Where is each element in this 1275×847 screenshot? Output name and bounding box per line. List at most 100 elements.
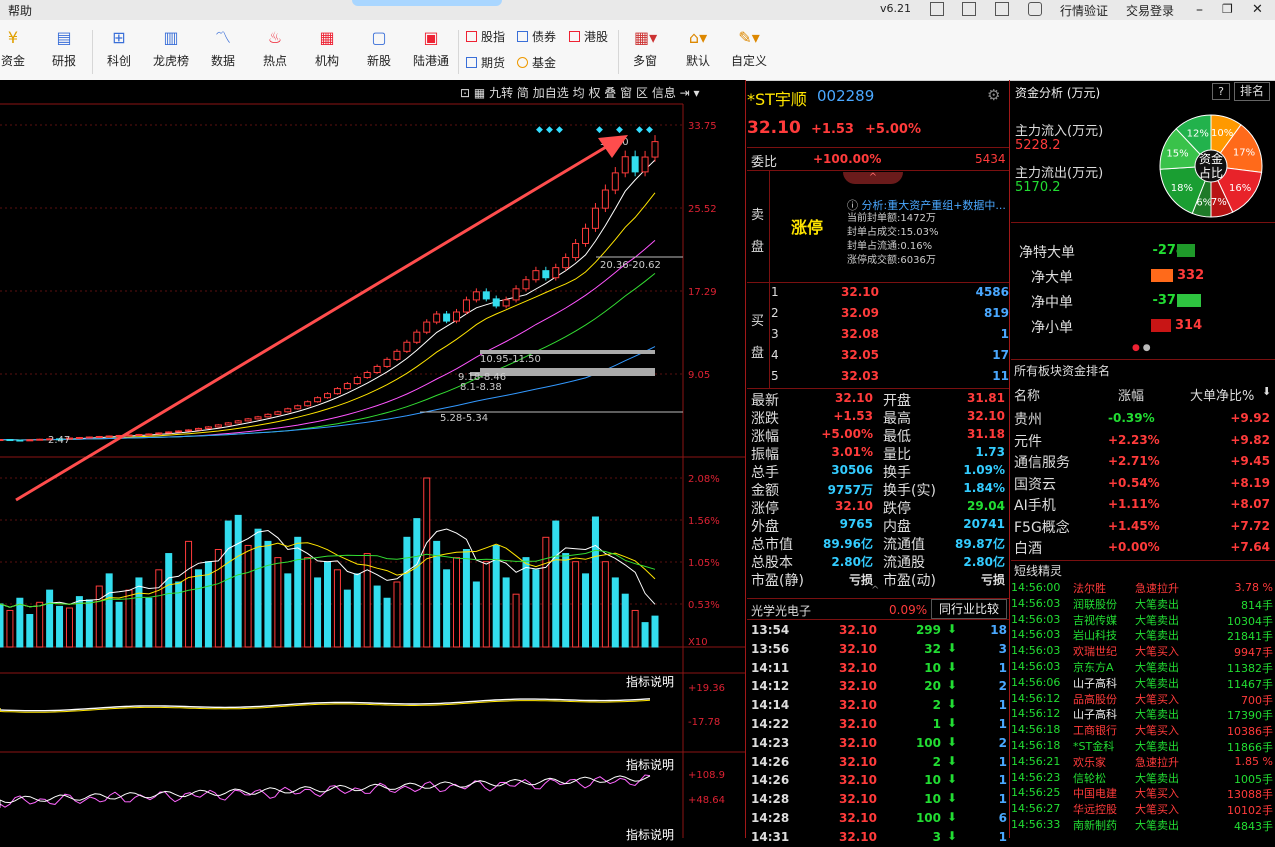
toolbar-item-hot[interactable]: ♨ 热点	[252, 28, 298, 69]
tick-count: 18	[990, 623, 1007, 637]
rank-row[interactable]: 元件 +2.23% +9.82	[1014, 430, 1272, 452]
grid-icon[interactable]	[995, 2, 1009, 16]
candle-body	[0, 439, 4, 442]
indicator-2-title[interactable]: 指标说明	[626, 756, 674, 773]
toolbar-item-ipo[interactable]: ▢ 新股	[356, 28, 402, 69]
sort-down-icon[interactable]: ⬇	[1262, 385, 1271, 398]
rank-row[interactable]: 白酒 +0.00% +7.64	[1014, 537, 1272, 559]
rank-row[interactable]: 通信服务 +2.71% +9.45	[1014, 451, 1272, 473]
short-row[interactable]: 14:56:23 信轮松 大笔卖出 1005手	[1011, 770, 1275, 786]
short-action: 大笔买入	[1135, 803, 1179, 817]
pager-dots[interactable]: ● ●	[1132, 343, 1151, 353]
tick-price: 32.10	[839, 792, 877, 807]
short-row[interactable]: 14:56:00 法尔胜 急速拉升 3.78 %	[1011, 580, 1275, 596]
toolbar-index-futures[interactable]: 股指	[466, 28, 505, 45]
candle-body	[492, 298, 500, 307]
minimize-icon[interactable]: –	[1196, 2, 1203, 18]
short-row[interactable]: 14:56:27 华远控股 大笔买入 10102手	[1011, 801, 1275, 817]
volume-bar	[56, 605, 64, 648]
collapse-up-icon[interactable]: ^	[871, 585, 879, 596]
candle-body	[85, 436, 93, 439]
skin-icon[interactable]	[1028, 2, 1042, 16]
volume-bar	[244, 544, 252, 648]
rank-col-ratio[interactable]: 大单净比%	[1190, 385, 1254, 404]
short-time: 14:56:23	[1011, 770, 1061, 784]
restore-icon[interactable]: ❐	[1222, 2, 1233, 16]
toolbar-bonds[interactable]: 债券	[517, 28, 556, 45]
divider	[747, 170, 1009, 171]
short-row[interactable]: 14:56:21 欢乐家 急速拉升 1.85 %	[1011, 754, 1275, 770]
toolbar-item-star[interactable]: ⊞ 科创	[96, 28, 142, 69]
indicator-3-title[interactable]: 指标说明	[626, 826, 674, 843]
volume-bar	[462, 549, 470, 648]
short-row[interactable]: 14:56:12 山子高科 大笔卖出 17390手	[1011, 706, 1275, 722]
short-row[interactable]: 14:56:03 润联股份 大笔卖出 814手	[1011, 596, 1275, 612]
sector-name[interactable]: 光学光电子	[751, 602, 811, 619]
buy-level-row[interactable]: 1 32.10 4586	[771, 283, 1009, 304]
peer-compare-button[interactable]: 同行业比较	[931, 599, 1007, 619]
indicator-1-title[interactable]: 指标说明	[626, 673, 674, 690]
toolbar-item-inst[interactable]: ▦ 机构	[304, 28, 350, 69]
net-flow-bar	[1177, 244, 1195, 257]
volume-bar	[611, 577, 619, 648]
short-row[interactable]: 14:56:03 京东方A 大笔卖出 11382手	[1011, 659, 1275, 675]
collapse-arrow-icon[interactable]: ^	[843, 172, 903, 184]
short-row[interactable]: 14:56:33 南新制药 大笔卖出 4843手	[1011, 817, 1275, 833]
short-action: 大笔卖出	[1135, 613, 1179, 627]
toolbar-default[interactable]: ⌂▾ 默认	[675, 28, 721, 69]
toolbar-custom[interactable]: ✎▾ 自定义	[726, 28, 772, 69]
divider	[747, 388, 1009, 389]
quote-label: 最高	[883, 411, 911, 427]
rank-col-name[interactable]: 名称	[1014, 385, 1040, 404]
volume-bar	[165, 553, 173, 648]
short-action: 大笔卖出	[1135, 597, 1179, 611]
short-row[interactable]: 14:56:03 吉视传媒 大笔卖出 10304手	[1011, 612, 1275, 628]
toolbar-item-data[interactable]: 〽数据	[200, 28, 246, 69]
short-row[interactable]: 14:56:03 欢瑞世纪 大笔买入 9947手	[1011, 643, 1275, 659]
toolbar-item-report[interactable]: ▤ 研报	[41, 28, 87, 69]
toolbar-label: 研报	[51, 54, 76, 68]
short-row[interactable]: 14:56:18 *ST金科 大笔卖出 11866手	[1011, 738, 1275, 754]
kline-chart-area[interactable]: ⊡ ▦ 九转 简 加自选 均 权 叠 窗 区 信息 ⇥ ▾ 33.75 25.52…	[0, 80, 745, 842]
analysis-link[interactable]: ⓘ 分析:重大资产重组+数据中...	[847, 197, 1006, 213]
rank-row[interactable]: 贵州 -0.39% +9.92	[1014, 408, 1272, 430]
tick-price: 32.10	[839, 735, 877, 750]
candle-body	[572, 242, 580, 259]
toolbar-futures[interactable]: 期货	[466, 54, 505, 71]
toolbar-hk-stocks[interactable]: 港股	[569, 28, 608, 45]
toolbar-item-dragon[interactable]: ▥ 龙虎榜	[148, 28, 194, 69]
stock-code: 002289	[817, 87, 875, 105]
rank-row[interactable]: AI手机 +1.11% +8.07	[1014, 494, 1272, 516]
settings-gear-icon[interactable]: ⚙	[987, 86, 1000, 104]
buy-level-row[interactable]: 4 32.05 17	[771, 346, 1009, 367]
rank-button[interactable]: 排名	[1234, 82, 1270, 101]
short-row[interactable]: 14:56:18 工商银行 大笔买入 10386手	[1011, 722, 1275, 738]
toolbar-funds[interactable]: 基金	[517, 54, 556, 71]
verify-link[interactable]: 行情验证	[1060, 2, 1108, 19]
document-icon[interactable]	[962, 2, 976, 16]
short-row[interactable]: 14:56:03 岩山科技 大笔卖出 21841手	[1011, 627, 1275, 643]
short-row[interactable]: 14:56:06 山子高科 大笔卖出 11467手	[1011, 675, 1275, 691]
trade-login-link[interactable]: 交易登录	[1126, 2, 1174, 19]
buy-level-row[interactable]: 3 32.08 1	[771, 325, 1009, 346]
candle-body	[393, 350, 401, 360]
buy-level-row[interactable]: 2 32.09 819	[771, 304, 1009, 325]
short-stock: 法尔胜	[1073, 582, 1106, 595]
diamond-marker: ◆	[546, 125, 553, 135]
toolbar-multi-window[interactable]: ▦▾ 多窗	[622, 28, 668, 69]
toolbar-item-hk-connect[interactable]: ▣ 陆港通	[408, 28, 454, 69]
rank-col-change[interactable]: 涨幅	[1118, 385, 1144, 404]
help-menu[interactable]: 帮助	[8, 2, 32, 19]
copy-icon[interactable]	[930, 2, 944, 16]
short-action: 大笔卖出	[1135, 818, 1179, 832]
toolbar-label: 科创	[106, 54, 131, 68]
short-row[interactable]: 14:56:25 中国电建 大笔买入 13088手	[1011, 785, 1275, 801]
rank-row[interactable]: F5G概念 +1.45% +7.72	[1014, 516, 1272, 538]
toolbar-item-fund[interactable]: ¥ 资金	[0, 28, 36, 69]
short-row[interactable]: 14:56:12 品高股份 大笔买入 700手	[1011, 691, 1275, 707]
short-value: 814手	[1241, 598, 1273, 612]
close-icon[interactable]: ✕	[1252, 2, 1263, 17]
buy-level-row[interactable]: 5 32.03 11	[771, 367, 1009, 388]
help-button[interactable]: ?	[1212, 83, 1230, 100]
rank-row[interactable]: 国资云 +0.54% +8.19	[1014, 473, 1272, 495]
